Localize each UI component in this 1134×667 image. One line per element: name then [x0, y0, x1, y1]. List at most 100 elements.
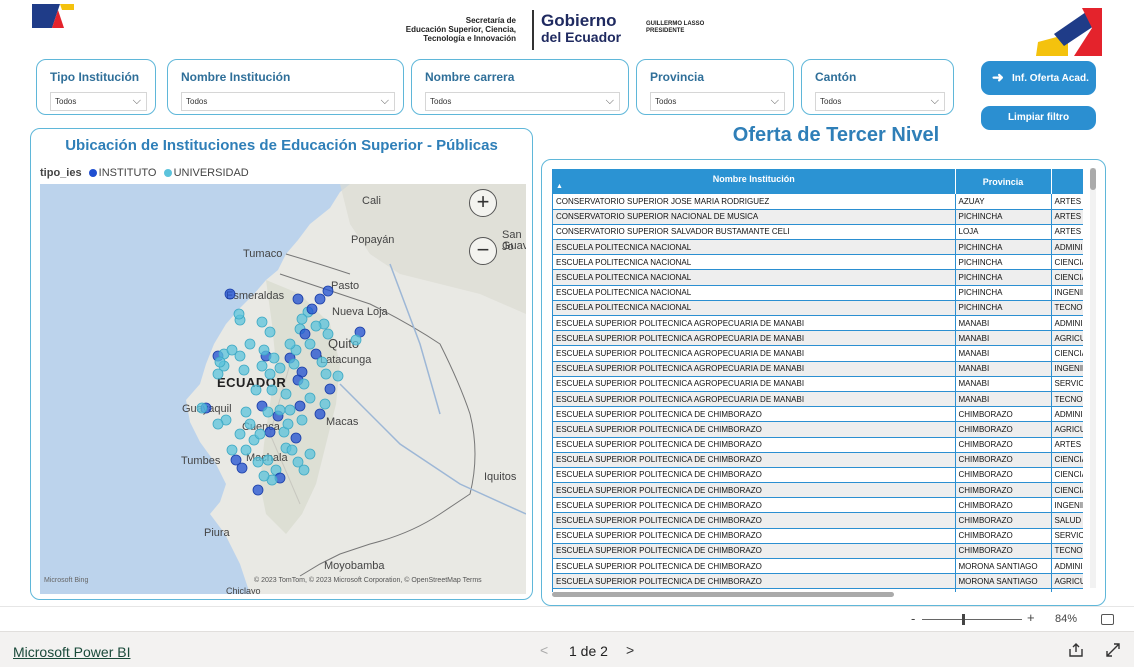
map-point-instituto[interactable] [314, 293, 326, 305]
map-point-universidad[interactable] [350, 334, 362, 346]
table-row[interactable]: ESCUELA SUPERIOR POLITECNICA DE CHIMBORA… [553, 543, 1083, 560]
map-point-universidad[interactable] [286, 444, 298, 456]
table-row[interactable]: ESCUELA SUPERIOR POLITECNICA DE CHIMBORA… [553, 512, 1083, 529]
map-point-universidad[interactable] [240, 444, 252, 456]
table-row[interactable]: ESCUELA SUPERIOR POLITECNICA AGROPECUARI… [553, 361, 1083, 377]
map-point-universidad[interactable] [240, 406, 252, 418]
map-point-universidad[interactable] [233, 308, 245, 320]
map-point-universidad[interactable] [274, 362, 286, 374]
column-header-institucion[interactable]: Nombre Institución ▲ [553, 169, 956, 194]
map-point-universidad[interactable] [288, 358, 300, 370]
map-point-universidad[interactable] [316, 356, 328, 368]
table-row[interactable]: ESCUELA SUPERIOR POLITECNICA DE CHIMBORA… [553, 482, 1083, 499]
map-point-universidad[interactable] [252, 456, 264, 468]
powerbi-link[interactable]: Microsoft Power BI [13, 644, 130, 660]
map-point-universidad[interactable] [266, 384, 278, 396]
map-point-universidad[interactable] [214, 356, 226, 368]
map-point-universidad[interactable] [226, 444, 238, 456]
map-point-instituto[interactable] [314, 408, 326, 420]
column-header-area[interactable] [1051, 169, 1083, 194]
map-point-universidad[interactable] [268, 352, 280, 364]
map-point-universidad[interactable] [274, 404, 286, 416]
next-page-button[interactable]: > [626, 642, 634, 658]
inf-oferta-button[interactable]: ➜ Inf. Oferta Acad. [981, 61, 1096, 95]
table-row[interactable]: ESCUELA POLITECNICA NACIONAL PICHINCHA TEC… [553, 300, 1083, 317]
map-point-instituto[interactable] [292, 293, 304, 305]
map-point-instituto[interactable] [252, 484, 264, 496]
map-point-universidad[interactable] [256, 360, 268, 372]
zoom-slider-track[interactable] [922, 619, 1022, 620]
table-row[interactable]: ESCUELA SUPERIOR POLITECNICA DE CHIMBORA… [553, 558, 1083, 575]
map-point-universidad[interactable] [280, 388, 292, 400]
previous-page-button[interactable]: < [540, 642, 548, 658]
table-row[interactable]: ESCUELA SUPERIOR POLITECNICA DE CHIMBORA… [553, 421, 1083, 438]
table-row[interactable]: ESCUELA POLITECNICA NACIONAL PICHINCHA CIE… [553, 254, 1083, 271]
zoom-slider-thumb[interactable] [962, 614, 965, 625]
map-point-universidad[interactable] [234, 350, 246, 362]
slicer-dropdown[interactable]: Todos ⌵ [50, 92, 147, 111]
table-row[interactable]: ESCUELA POLITECNICA NACIONAL PICHINCHA ADM… [553, 239, 1083, 256]
slicer-dropdown[interactable]: Todos ⌵ [425, 92, 620, 111]
map-point-universidad[interactable] [244, 418, 256, 430]
table-row[interactable]: ESCUELA SUPERIOR POLITECNICA DE CHIMBORA… [553, 467, 1083, 484]
table-row[interactable]: ESCUELA SUPERIOR POLITECNICA DE CHIMBORA… [553, 452, 1083, 468]
map-point-universidad[interactable] [284, 404, 296, 416]
map-point-instituto[interactable] [236, 462, 248, 474]
map-attribution[interactable]: © 2023 TomTom, © 2023 Microsoft Corporat… [254, 577, 482, 584]
table-row[interactable]: CONSERVATORIO SUPERIOR NACIONAL DE MUSIC… [553, 209, 1083, 225]
table-row[interactable]: ESCUELA SUPERIOR POLITECNICA DE CHIMBORA… [553, 528, 1083, 544]
table-row[interactable]: ESCUELA SUPERIOR POLITECNICA AGROPECUARI… [553, 345, 1083, 362]
map-point-universidad[interactable] [250, 384, 262, 396]
zoom-out-button[interactable]: - [911, 611, 915, 626]
map-point-universidad[interactable] [264, 326, 276, 338]
limpiar-filtro-button[interactable]: Limpiar filtro [981, 106, 1096, 130]
map-point-universidad[interactable] [304, 448, 316, 460]
zoom-in-button[interactable]: + [1027, 610, 1035, 625]
table-vertical-scrollbar[interactable] [1090, 168, 1096, 588]
map-point-universidad[interactable] [304, 392, 316, 404]
map-point-universidad[interactable] [322, 328, 334, 340]
fullscreen-icon[interactable] [1105, 642, 1121, 658]
map-point-universidad[interactable] [298, 464, 310, 476]
map-point-instituto[interactable] [324, 383, 336, 395]
map-point-universidad[interactable] [262, 406, 274, 418]
table-row[interactable]: ESCUELA SUPERIOR POLITECNICA AGROPECUARI… [553, 330, 1083, 347]
table-row[interactable]: ESCUELA SUPERIOR POLITECNICA AGROPECUARI… [553, 391, 1083, 408]
map-point-universidad[interactable] [234, 428, 246, 440]
map-point-universidad[interactable] [296, 313, 308, 325]
map-point-universidad[interactable] [258, 344, 270, 356]
map-point-universidad[interactable] [238, 364, 250, 376]
map-point-universidad[interactable] [332, 370, 344, 382]
map-point-universidad[interactable] [320, 368, 332, 380]
table-row[interactable]: ESCUELA POLITECNICA NACIONAL PICHINCHA CIE… [553, 269, 1083, 286]
map-point-instituto[interactable] [322, 285, 334, 297]
map-point-instituto[interactable] [290, 432, 302, 444]
scroll-thumb[interactable] [1090, 168, 1096, 190]
map-point-universidad[interactable] [212, 368, 224, 380]
table-row[interactable]: ESCUELA SUPERIOR POLITECNICA DE CHIMBORA… [553, 437, 1083, 453]
map-point-universidad[interactable] [298, 378, 310, 390]
map-point-universidad[interactable] [282, 418, 294, 430]
table-row[interactable]: ESCUELA SUPERIOR POLITECNICA DE CHIMBORA… [553, 406, 1083, 423]
map-point-universidad[interactable] [296, 414, 308, 426]
slicer-dropdown[interactable]: Todos ⌵ [650, 92, 785, 111]
map-point-instituto[interactable] [264, 426, 276, 438]
map-point-universidad[interactable] [310, 320, 322, 332]
map-point-universidad[interactable] [264, 368, 276, 380]
map-point-instituto[interactable] [294, 400, 306, 412]
share-icon[interactable] [1068, 642, 1084, 658]
map-point-universidad[interactable] [244, 338, 256, 350]
map-point-universidad[interactable] [319, 398, 331, 410]
map-point-universidad[interactable] [258, 470, 270, 482]
slicer-dropdown[interactable]: Todos ⌵ [815, 92, 945, 111]
map-point-instituto[interactable] [306, 303, 318, 315]
map-point-universidad[interactable] [256, 316, 268, 328]
map-point-instituto[interactable] [224, 288, 236, 300]
table-row[interactable]: ESCUELA SUPERIOR POLITECNICA DE CHIMBORA… [553, 497, 1083, 514]
table-row[interactable]: CONSERVATORIO SUPERIOR SALVADOR BUSTAMAN… [553, 224, 1083, 241]
table-row[interactable]: ESCUELA SUPERIOR POLITECNICA DE CHIMBORA… [553, 573, 1083, 590]
map-point-universidad[interactable] [284, 338, 296, 350]
map-point-universidad[interactable] [262, 454, 274, 466]
table-horizontal-scrollbar[interactable] [552, 592, 894, 597]
map-point-universidad[interactable] [212, 418, 224, 430]
